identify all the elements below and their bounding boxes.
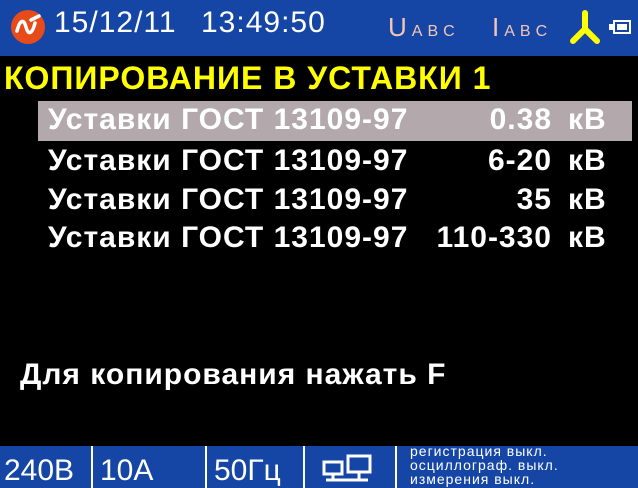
divider bbox=[303, 446, 305, 488]
voltage-indicator: UABC bbox=[388, 12, 460, 43]
frequency: 50Гц bbox=[214, 454, 281, 487]
menu-item-value: 35 bbox=[516, 183, 552, 216]
menu-item-label: Уставки ГОСТ 13109-97 bbox=[48, 183, 409, 216]
divider bbox=[91, 446, 93, 488]
voltage-range: 240В bbox=[4, 454, 75, 487]
menu-item-value: 0.38 bbox=[489, 103, 552, 136]
menu-item-35kv[interactable]: Уставки ГОСТ 13109-97 35 кВ bbox=[38, 181, 632, 221]
menu-item-label: Уставки ГОСТ 13109-97 bbox=[48, 221, 409, 254]
top-status-bar: 15/12/11 13:49:50 UABC IABC bbox=[0, 0, 638, 56]
menu-item-0-38kv[interactable]: Уставки ГОСТ 13109-97 0.38 кВ bbox=[38, 101, 632, 141]
menu-item-value: 110-330 bbox=[436, 221, 552, 254]
page-title: КОПИРОВАНИЕ В УСТАВКИ 1 bbox=[4, 60, 492, 96]
battery-icon bbox=[613, 20, 631, 34]
voltage-indicator-phases: ABC bbox=[411, 23, 460, 40]
menu-item-value: 6-20 bbox=[487, 144, 552, 177]
current-indicator: IABC bbox=[492, 12, 552, 43]
voltage-indicator-letter: U bbox=[388, 12, 412, 42]
menu-item-unit: кВ bbox=[568, 103, 607, 136]
current-date: 15/12/11 bbox=[54, 6, 177, 39]
menu-item-110-330kv[interactable]: Уставки ГОСТ 13109-97 110-330 кВ bbox=[38, 219, 632, 259]
menu-item-6-20kv[interactable]: Уставки ГОСТ 13109-97 6-20 кВ bbox=[38, 142, 632, 182]
current-range: 10А bbox=[100, 454, 154, 487]
measurement-status: измерения выкл. bbox=[410, 471, 536, 487]
divider bbox=[395, 446, 397, 488]
divider bbox=[205, 446, 207, 488]
current-indicator-letter: I bbox=[492, 12, 505, 42]
menu-item-label: Уставки ГОСТ 13109-97 bbox=[48, 103, 409, 136]
mode-status: регистрация выкл. осциллограф. выкл. изм… bbox=[410, 444, 559, 486]
logo-icon bbox=[11, 10, 45, 44]
menu-item-unit: кВ bbox=[568, 221, 607, 254]
current-time: 13:49:50 bbox=[201, 6, 326, 39]
registration-status: регистрация выкл. bbox=[410, 443, 548, 459]
oscillograph-status: осциллограф. выкл. bbox=[410, 457, 559, 473]
network-icon bbox=[322, 454, 372, 482]
menu-item-unit: кВ bbox=[568, 144, 607, 177]
phase-star-icon bbox=[570, 10, 600, 44]
menu-item-unit: кВ bbox=[568, 183, 607, 216]
menu-item-label: Уставки ГОСТ 13109-97 bbox=[48, 144, 409, 177]
copy-hint: Для копирования нажать F bbox=[20, 358, 447, 391]
current-indicator-phases: ABC bbox=[504, 23, 553, 40]
